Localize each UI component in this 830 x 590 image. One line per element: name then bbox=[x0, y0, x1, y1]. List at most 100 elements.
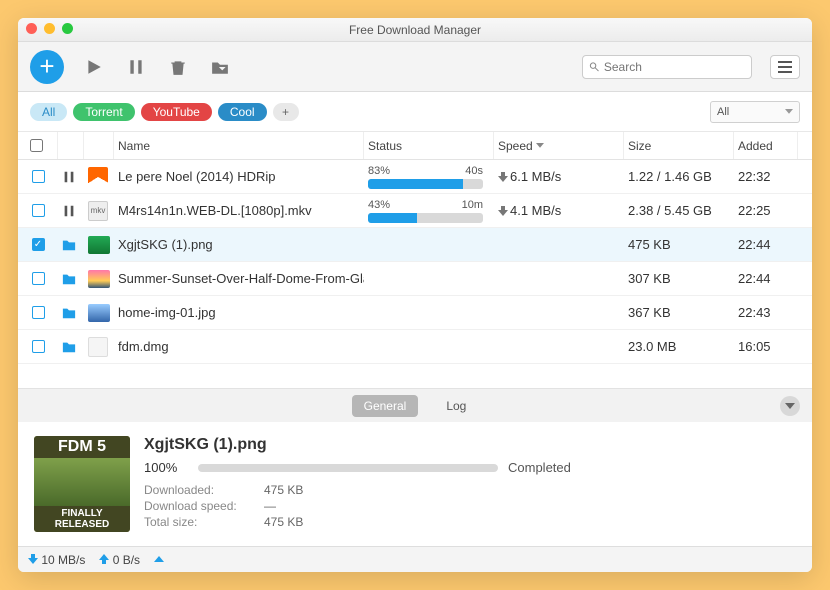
trash-icon bbox=[169, 58, 187, 76]
row-checkbox[interactable] bbox=[32, 272, 45, 285]
row-state-icon[interactable] bbox=[58, 194, 84, 227]
detail-tabs: General Log bbox=[18, 388, 812, 422]
folder-icon bbox=[62, 272, 76, 286]
table-row[interactable]: fdm.dmg 23.0 MB16:05 bbox=[18, 330, 812, 364]
row-name: Le pere Noel (2014) HDRip bbox=[114, 160, 364, 193]
row-speed bbox=[494, 296, 624, 329]
row-speed: 4.1 MB/s bbox=[494, 194, 624, 227]
close-window-button[interactable] bbox=[26, 23, 37, 34]
folder-icon bbox=[62, 340, 76, 354]
filter-torrent[interactable]: Torrent bbox=[73, 103, 134, 121]
row-status bbox=[364, 228, 494, 261]
row-state-icon[interactable] bbox=[58, 296, 84, 329]
row-name: fdm.dmg bbox=[114, 330, 364, 363]
table-row[interactable]: Summer-Sunset-Over-Half-Dome-From-Glacie… bbox=[18, 262, 812, 296]
download-arrow-icon bbox=[28, 554, 38, 564]
column-speed[interactable]: Speed bbox=[494, 132, 624, 159]
upload-speed: 0 B/s bbox=[99, 553, 140, 567]
search-field[interactable] bbox=[582, 55, 752, 79]
pause-icon bbox=[127, 58, 145, 76]
row-state-icon[interactable] bbox=[58, 330, 84, 363]
table-header: Name Status Speed Size Added bbox=[18, 132, 812, 160]
row-thumbnail bbox=[84, 160, 114, 193]
row-thumbnail bbox=[84, 296, 114, 329]
row-added: 22:44 bbox=[734, 228, 798, 261]
row-added: 16:05 bbox=[734, 330, 798, 363]
chevron-up-icon bbox=[154, 554, 164, 564]
detail-panel: FDM 5 FINALLY RELEASED XgjtSKG (1).png 1… bbox=[18, 422, 812, 546]
add-filter-button[interactable]: + bbox=[273, 103, 299, 121]
row-added: 22:25 bbox=[734, 194, 798, 227]
row-speed bbox=[494, 228, 624, 261]
filter-bar: All Torrent YouTube Cool + All bbox=[18, 92, 812, 132]
pause-button[interactable] bbox=[124, 55, 148, 79]
column-name[interactable]: Name bbox=[114, 132, 364, 159]
row-checkbox[interactable] bbox=[32, 340, 45, 353]
start-button[interactable] bbox=[82, 55, 106, 79]
upload-arrow-icon bbox=[99, 554, 109, 564]
delete-button[interactable] bbox=[166, 55, 190, 79]
category-dropdown-label: All bbox=[717, 106, 729, 118]
pause-icon bbox=[62, 204, 76, 218]
filter-youtube[interactable]: YouTube bbox=[141, 103, 212, 121]
collapse-detail-button[interactable] bbox=[780, 396, 800, 416]
tab-log[interactable]: Log bbox=[434, 395, 478, 417]
row-added: 22:43 bbox=[734, 296, 798, 329]
row-checkbox[interactable] bbox=[32, 204, 45, 217]
menu-button[interactable] bbox=[770, 55, 800, 79]
move-to-folder-button[interactable] bbox=[208, 55, 232, 79]
table-row[interactable]: XgjtSKG (1).png475 KB22:44 bbox=[18, 228, 812, 262]
row-thumbnail: mkv bbox=[84, 194, 114, 227]
downloads-table: Name Status Speed Size Added Le pere Noe… bbox=[18, 132, 812, 388]
download-arrow-icon bbox=[498, 206, 508, 216]
expand-statusbar-button[interactable] bbox=[154, 553, 164, 567]
folder-icon bbox=[62, 306, 76, 320]
table-row[interactable]: home-img-01.jpg 367 KB22:43 bbox=[18, 296, 812, 330]
minimize-window-button[interactable] bbox=[44, 23, 55, 34]
detail-progress-bar bbox=[198, 464, 498, 472]
row-size: 367 KB bbox=[624, 296, 734, 329]
toolbar: + bbox=[18, 42, 812, 92]
folder-move-icon bbox=[211, 58, 229, 76]
row-state-icon[interactable] bbox=[58, 262, 84, 295]
maximize-window-button[interactable] bbox=[62, 23, 73, 34]
row-added: 22:32 bbox=[734, 160, 798, 193]
row-name: M4rs14n1n.WEB-DL.[1080p].mkv bbox=[114, 194, 364, 227]
window-controls bbox=[26, 23, 73, 34]
pause-icon bbox=[62, 170, 76, 184]
add-download-button[interactable]: + bbox=[30, 50, 64, 84]
search-input[interactable] bbox=[604, 60, 745, 74]
download-speed: 10 MB/s bbox=[28, 553, 85, 567]
detail-thumbnail: FDM 5 FINALLY RELEASED bbox=[34, 436, 130, 532]
row-checkbox[interactable] bbox=[32, 238, 45, 251]
row-size: 2.38 / 5.45 GB bbox=[624, 194, 734, 227]
table-row[interactable]: Le pere Noel (2014) HDRip83%40s6.1 MB/s1… bbox=[18, 160, 812, 194]
row-added: 22:44 bbox=[734, 262, 798, 295]
table-body: Le pere Noel (2014) HDRip83%40s6.1 MB/s1… bbox=[18, 160, 812, 364]
row-size: 23.0 MB bbox=[624, 330, 734, 363]
select-all-checkbox[interactable] bbox=[30, 139, 43, 152]
row-state-icon[interactable] bbox=[58, 160, 84, 193]
row-size: 1.22 / 1.46 GB bbox=[624, 160, 734, 193]
row-thumbnail bbox=[84, 228, 114, 261]
detail-status: Completed bbox=[508, 460, 571, 475]
row-checkbox[interactable] bbox=[32, 306, 45, 319]
column-size[interactable]: Size bbox=[624, 132, 734, 159]
filter-cool[interactable]: Cool bbox=[218, 103, 267, 121]
window-title: Free Download Manager bbox=[349, 23, 481, 37]
row-thumbnail bbox=[84, 330, 114, 363]
titlebar: Free Download Manager bbox=[18, 18, 812, 42]
column-added[interactable]: Added bbox=[734, 132, 798, 159]
table-row[interactable]: mkvM4rs14n1n.WEB-DL.[1080p].mkv43%10m4.1… bbox=[18, 194, 812, 228]
row-status bbox=[364, 296, 494, 329]
category-dropdown[interactable]: All bbox=[710, 101, 800, 123]
filter-all[interactable]: All bbox=[30, 103, 67, 121]
row-name: home-img-01.jpg bbox=[114, 296, 364, 329]
row-state-icon[interactable] bbox=[58, 228, 84, 261]
app-window: Free Download Manager + All Torrent YouT… bbox=[18, 18, 812, 572]
row-checkbox[interactable] bbox=[32, 170, 45, 183]
tab-general[interactable]: General bbox=[352, 395, 419, 417]
search-icon bbox=[589, 61, 600, 73]
column-status[interactable]: Status bbox=[364, 132, 494, 159]
row-speed bbox=[494, 262, 624, 295]
